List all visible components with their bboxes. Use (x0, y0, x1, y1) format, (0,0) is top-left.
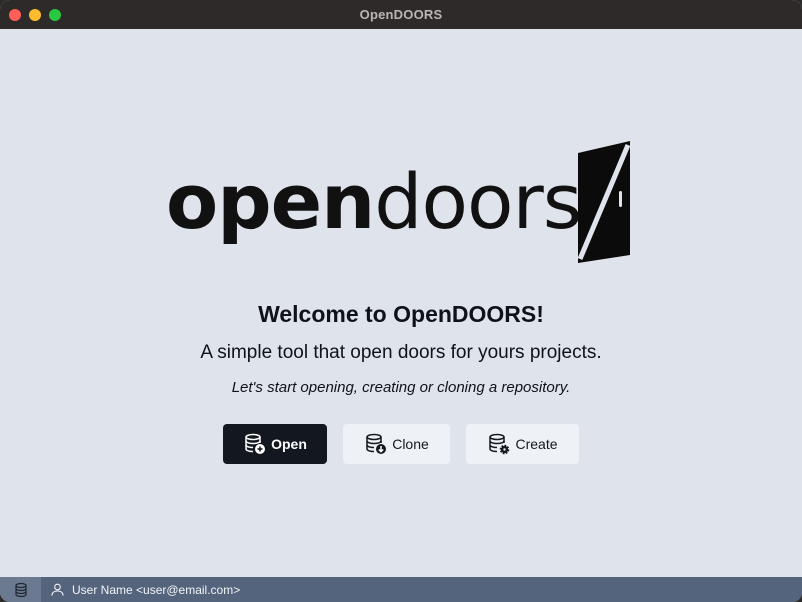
title-bar: OpenDOORS (0, 0, 802, 29)
welcome-screen: opendoors Welcome to OpenDOORS! A simple… (0, 29, 802, 577)
maximize-window-button[interactable] (49, 9, 61, 21)
create-button-label: Create (515, 436, 558, 452)
database-gear-icon (489, 433, 510, 455)
minimize-window-button[interactable] (29, 9, 41, 21)
status-user[interactable]: User Name <user@email.com> (51, 583, 240, 597)
database-icon (14, 582, 27, 597)
logo-word-doors: doors (374, 157, 582, 246)
app-window: OpenDOORS opendoors Welcome to OpenDOORS… (0, 0, 802, 602)
create-button[interactable]: Create (466, 424, 579, 464)
status-bar: User Name <user@email.com> (0, 577, 802, 602)
logo-wordmark: opendoors (166, 157, 582, 247)
database-download-icon (366, 433, 387, 454)
open-button[interactable]: Open (223, 424, 327, 464)
clone-button[interactable]: Clone (343, 424, 450, 464)
status-user-label: User Name <user@email.com> (72, 582, 241, 597)
clone-button-label: Clone (392, 436, 429, 452)
status-database-button[interactable] (0, 577, 41, 602)
welcome-hint: Let's start opening, creating or cloning… (231, 379, 571, 396)
database-plus-icon (245, 433, 266, 454)
opendoors-logo: opendoors (166, 139, 646, 269)
user-icon (51, 583, 64, 596)
close-window-button[interactable] (9, 9, 21, 21)
door-icon (577, 141, 631, 263)
welcome-heading: Welcome to OpenDOORS! (258, 301, 544, 327)
window-title: OpenDOORS (359, 7, 443, 22)
open-button-label: Open (271, 436, 307, 452)
window-controls (9, 9, 61, 21)
welcome-subtitle: A simple tool that open doors for yours … (200, 342, 602, 363)
logo-word-open: open (166, 157, 375, 246)
